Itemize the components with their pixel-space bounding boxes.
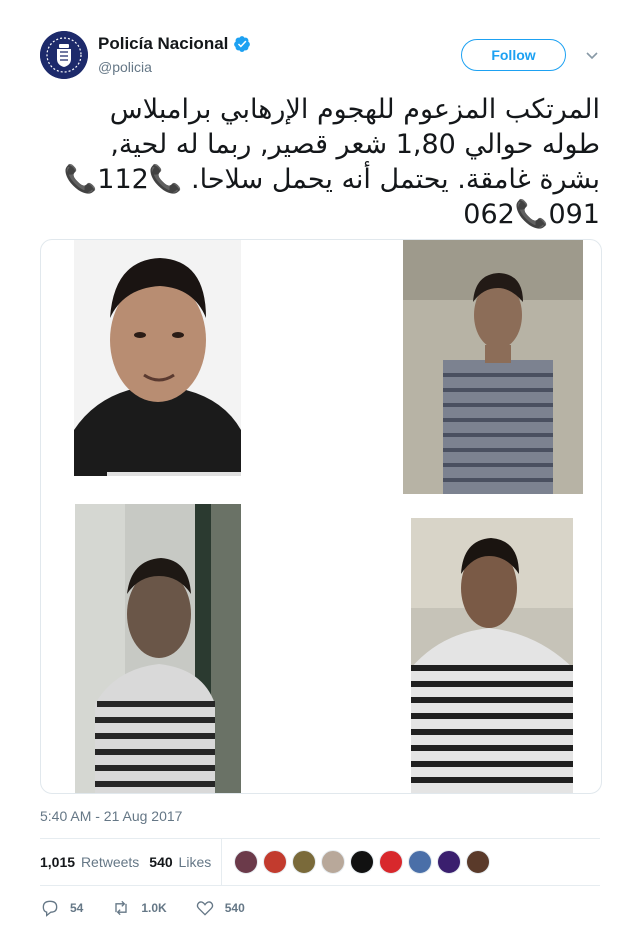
reply-icon: [42, 900, 58, 917]
suspect-cctv-photo[interactable]: [403, 240, 583, 494]
liker-avatar[interactable]: [350, 850, 375, 874]
account-handle[interactable]: @policia: [98, 59, 152, 75]
divider: [40, 885, 600, 886]
retweets-stat[interactable]: 1,015 Retweets: [40, 854, 139, 870]
likes-stat[interactable]: 540 Likes: [149, 854, 211, 870]
like-count: 540: [224, 901, 245, 915]
follow-button[interactable]: Follow: [461, 39, 566, 71]
liker-avatar[interactable]: [408, 850, 433, 874]
like-button[interactable]: 540: [195, 898, 245, 918]
tweet-text: المرتكب المزعوم للهجوم الإرهابي برامبلاس…: [40, 92, 600, 232]
police-badge-avatar[interactable]: [40, 31, 88, 79]
liker-avatar[interactable]: [437, 850, 462, 874]
retweets-label: Retweets: [80, 854, 140, 870]
liker-avatar[interactable]: [379, 850, 404, 874]
tweet-stats: 1,015 Retweets 540 Likes: [40, 839, 600, 885]
retweet-count: 1.0K: [141, 901, 167, 915]
reply-button[interactable]: 54: [40, 898, 83, 918]
liker-avatars: [234, 850, 491, 874]
tweet-text-line: المرتكب المزعوم للهجوم الإرهابي برامبلاس: [109, 94, 600, 125]
account-name[interactable]: Policía Nacional: [98, 34, 251, 54]
reply-count: 54: [70, 901, 84, 915]
suspect-glass-photo[interactable]: [75, 504, 241, 793]
tweet-text-line: بشرة غامقة. يحتمل أنه يحمل سلاحا. 📞112📞: [63, 164, 600, 195]
verified-badge-icon: [234, 36, 251, 52]
suspect-portrait-photo[interactable]: [74, 240, 241, 476]
liker-avatar[interactable]: [263, 850, 288, 874]
liker-avatar[interactable]: [234, 850, 259, 874]
retweets-count: 1,015: [40, 854, 76, 870]
stats-separator: [221, 839, 223, 885]
liker-avatar[interactable]: [292, 850, 317, 874]
tweet-actions: 54 1.0K 540: [40, 896, 600, 920]
likes-label: Likes: [178, 854, 212, 870]
liker-avatar[interactable]: [466, 850, 491, 874]
tweet-timestamp[interactable]: 5:40 AM - 21 Aug 2017: [40, 808, 182, 824]
retweet-icon: [115, 900, 128, 916]
suspect-street-photo[interactable]: [411, 518, 573, 793]
tweet-media[interactable]: [40, 239, 602, 794]
likes-count: 540: [149, 854, 173, 870]
tweet-header: Policía Nacional @policia Follow: [40, 31, 600, 81]
chevron-down-icon[interactable]: [584, 47, 600, 63]
liker-avatar[interactable]: [321, 850, 346, 874]
account-name-text[interactable]: Policía Nacional: [98, 34, 228, 54]
retweet-button[interactable]: 1.0K: [111, 898, 167, 918]
tweet-text-line: طوله حوالي 1,80 شعر قصير, ربما له لحية,: [110, 129, 600, 160]
tweet-text-line: 091📞062: [463, 199, 600, 230]
heart-icon: [196, 901, 213, 916]
